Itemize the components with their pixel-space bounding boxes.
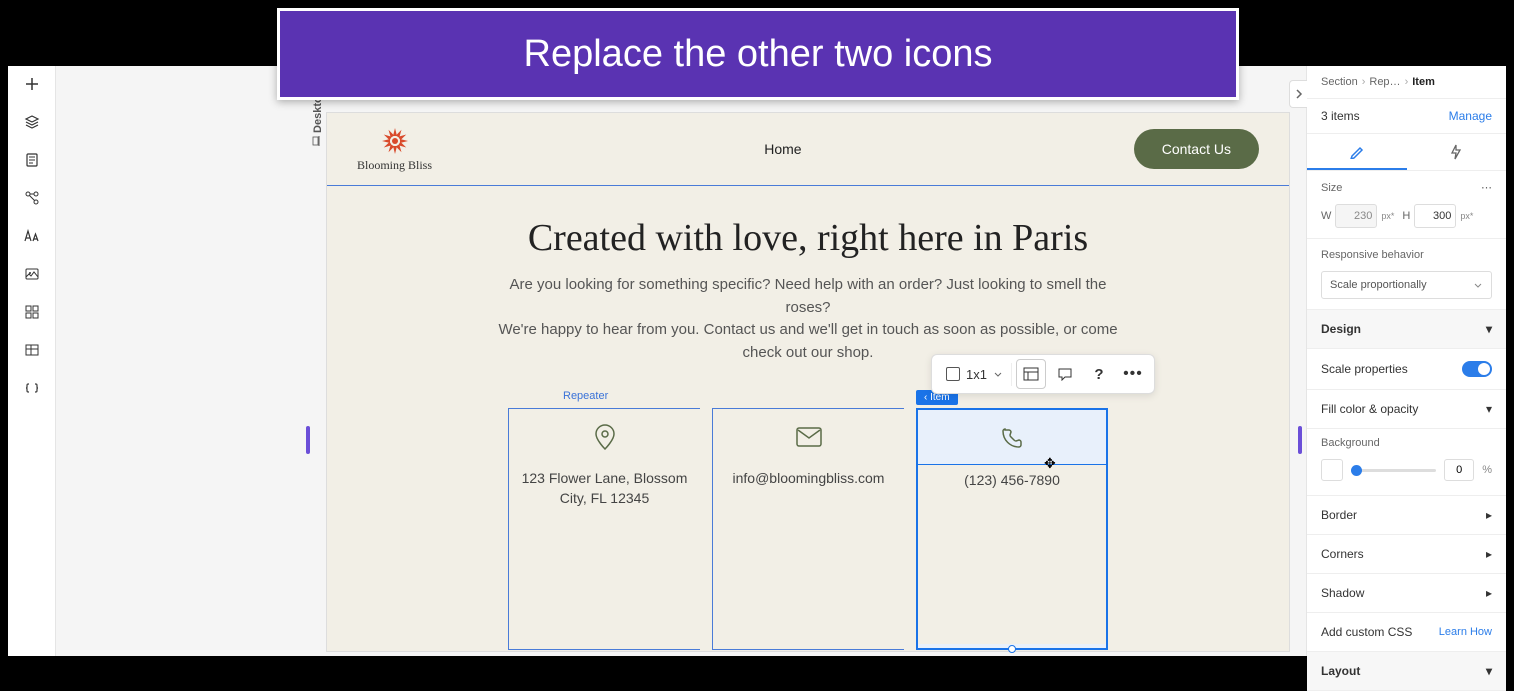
border-header[interactable]: Border ▸ — [1307, 496, 1506, 535]
manage-link[interactable]: Manage — [1449, 109, 1492, 123]
scale-properties-toggle[interactable] — [1462, 361, 1492, 377]
opacity-slider[interactable] — [1351, 469, 1436, 472]
width-input[interactable] — [1335, 204, 1377, 228]
resize-handle[interactable] — [1008, 645, 1016, 653]
font-icon[interactable] — [22, 226, 42, 246]
banner-text: Replace the other two icons — [524, 33, 993, 76]
layout-button[interactable] — [1016, 359, 1046, 389]
left-toolbar — [8, 66, 56, 656]
caret-down-icon: ▾ — [1486, 664, 1492, 678]
custom-css-label: Add custom CSS — [1321, 625, 1412, 639]
nav-home[interactable]: Home — [764, 141, 801, 157]
background-label: Background — [1321, 437, 1380, 449]
chevron-down-icon — [1473, 280, 1483, 290]
responsive-select[interactable]: Scale proportionally — [1321, 271, 1492, 299]
canvas-area: Desktop (Primary) Blooming Bliss Home Co… — [56, 66, 1306, 656]
connect-icon[interactable] — [22, 188, 42, 208]
more-icon[interactable]: ⋯ — [1481, 181, 1492, 194]
site-header: Blooming Bliss Home Contact Us — [327, 113, 1289, 185]
chevron-right-icon — [1295, 89, 1303, 99]
layers-icon[interactable] — [22, 112, 42, 132]
repeater-item-2[interactable]: info@bloomingbliss.com — [712, 408, 904, 650]
square-icon — [946, 367, 960, 381]
caret-right-icon: ▸ — [1486, 586, 1492, 600]
logo-icon — [380, 126, 410, 156]
repeater-item-1[interactable]: 123 Flower Lane, Blossom City, FL 12345 — [508, 408, 700, 650]
content-section[interactable]: Created with love, right here in Paris A… — [327, 185, 1289, 650]
help-button[interactable]: ? — [1084, 359, 1114, 389]
instruction-banner: Replace the other two icons — [277, 8, 1239, 100]
image-icon[interactable] — [22, 264, 42, 284]
site-logo[interactable]: Blooming Bliss — [357, 126, 432, 173]
size-label: Size — [1321, 182, 1342, 194]
section-body[interactable]: Are you looking for something specific? … — [498, 274, 1118, 364]
scale-properties-label: Scale properties — [1321, 362, 1408, 376]
repeater-grid: 123 Flower Lane, Blossom City, FL 12345 … — [367, 408, 1249, 650]
caret-down-icon: ▾ — [1486, 322, 1492, 336]
location-icon[interactable] — [521, 421, 688, 453]
background-color-swatch[interactable] — [1321, 459, 1343, 481]
grid-select[interactable]: 1x1 — [938, 363, 1012, 386]
learn-how-link[interactable]: Learn How — [1439, 626, 1492, 638]
apps-icon[interactable] — [22, 302, 42, 322]
caret-right-icon: ▸ — [1486, 508, 1492, 522]
more-button[interactable]: ••• — [1118, 359, 1148, 389]
repeater-item-3[interactable]: ‹ Item (123) 456-7890 — [916, 408, 1108, 650]
repeater-item-text[interactable]: info@bloomingbliss.com — [725, 463, 892, 489]
design-tab[interactable] — [1307, 134, 1407, 170]
corners-header[interactable]: Corners ▸ — [1307, 535, 1506, 574]
repeater-label: Repeater — [563, 390, 608, 402]
breadcrumb[interactable]: Section›Rep…›Item — [1307, 66, 1506, 99]
interactions-tab[interactable] — [1407, 134, 1507, 170]
ruler-handle-left[interactable] — [306, 426, 310, 454]
inspector-panel: Section›Rep…›Item 3 items Manage Size⋯ W… — [1306, 66, 1506, 656]
logo-text: Blooming Bliss — [357, 158, 432, 173]
panel-collapse-button[interactable] — [1289, 80, 1307, 108]
table-icon[interactable] — [22, 340, 42, 360]
caret-right-icon: ▸ — [1486, 547, 1492, 561]
section-heading[interactable]: Created with love, right here in Paris — [367, 216, 1249, 260]
floating-toolbar: 1x1 ? ••• — [931, 354, 1155, 394]
app-frame: Desktop (Primary) Blooming Bliss Home Co… — [8, 66, 1506, 656]
panel-tabs — [1307, 134, 1506, 171]
responsive-label: Responsive behavior — [1321, 249, 1424, 261]
repeater-item-text[interactable]: 123 Flower Lane, Blossom City, FL 12345 — [521, 463, 688, 508]
fill-color-header[interactable]: Fill color & opacity ▾ — [1307, 390, 1506, 429]
height-input[interactable] — [1414, 204, 1456, 228]
repeater[interactable]: Repeater 123 Flower Lane, Blossom City, … — [367, 408, 1249, 650]
phone-icon[interactable] — [930, 422, 1094, 454]
caret-down-icon: ▾ — [1486, 402, 1492, 416]
chevron-down-icon — [993, 369, 1003, 379]
code-icon[interactable] — [22, 378, 42, 398]
page-icon[interactable] — [22, 150, 42, 170]
design-section-header[interactable]: Design ▾ — [1307, 310, 1506, 349]
ruler-handle-right[interactable] — [1298, 426, 1302, 454]
email-icon[interactable] — [725, 421, 892, 453]
comment-button[interactable] — [1050, 359, 1080, 389]
contact-button[interactable]: Contact Us — [1134, 129, 1259, 169]
opacity-input[interactable] — [1444, 459, 1474, 481]
layout-section-header[interactable]: Layout ▾ — [1307, 652, 1506, 691]
add-icon[interactable] — [22, 74, 42, 94]
repeater-item-text[interactable]: (123) 456-7890 — [930, 465, 1094, 491]
shadow-header[interactable]: Shadow ▸ — [1307, 574, 1506, 613]
items-count: 3 items — [1321, 109, 1360, 123]
